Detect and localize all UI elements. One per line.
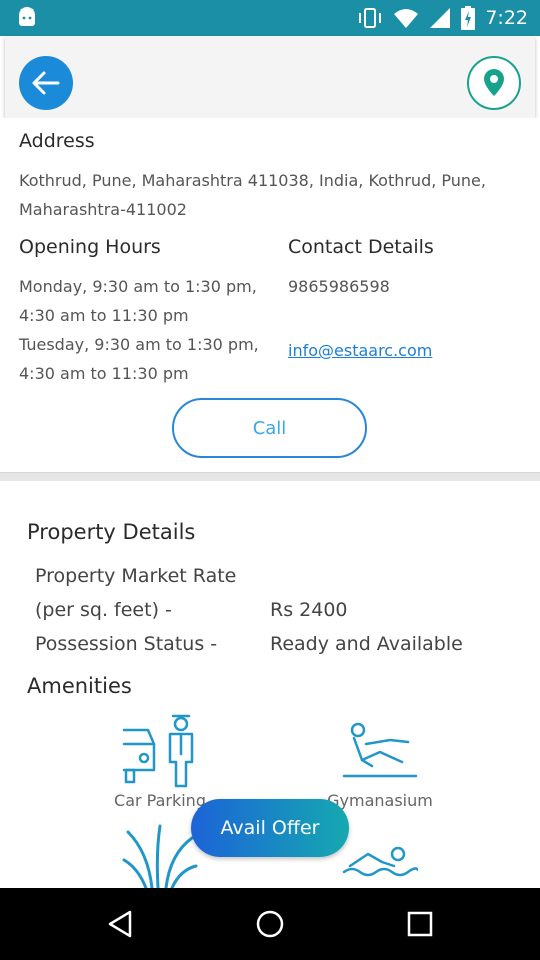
opening-hours-heading: Opening Hours bbox=[19, 236, 161, 258]
contact-heading: Contact Details bbox=[288, 236, 434, 258]
amenities-heading: Amenities bbox=[27, 674, 132, 698]
nav-recents-button[interactable] bbox=[402, 906, 438, 942]
opening-hours-line: Monday, 9:30 am to 1:30 pm, bbox=[19, 277, 257, 296]
nav-home-button[interactable] bbox=[252, 906, 288, 942]
status-bar: 7:22 bbox=[0, 0, 540, 36]
rate-value: Rs 2400 bbox=[270, 599, 348, 621]
location-button[interactable] bbox=[467, 56, 521, 110]
wifi-icon bbox=[394, 9, 419, 28]
nav-back-button[interactable] bbox=[102, 906, 138, 942]
section-divider bbox=[0, 472, 540, 481]
signal-icon bbox=[430, 8, 451, 28]
gym-icon bbox=[342, 722, 418, 778]
circle-home-icon bbox=[256, 910, 284, 938]
system-nav-bar bbox=[0, 888, 540, 960]
possession-value: Ready and Available bbox=[270, 633, 463, 655]
swimming-icon bbox=[342, 846, 418, 877]
map-pin-icon bbox=[484, 69, 504, 96]
app-bar bbox=[5, 36, 535, 118]
vibrate-icon bbox=[359, 8, 382, 28]
car-parking-icon bbox=[122, 714, 194, 788]
android-icon bbox=[19, 7, 35, 26]
address-line-1: Kothrud, Pune, Maharashtra 411038, India… bbox=[19, 171, 486, 190]
address-heading: Address bbox=[19, 130, 95, 152]
clock: 7:22 bbox=[485, 7, 528, 29]
opening-hours-line: 4:30 am to 11:30 pm bbox=[19, 306, 189, 325]
back-button[interactable] bbox=[19, 56, 73, 110]
opening-hours-line: Tuesday, 9:30 am to 1:30 pm, bbox=[19, 335, 259, 354]
opening-hours-line: 4:30 am to 11:30 pm bbox=[19, 364, 189, 383]
triangle-back-icon bbox=[108, 910, 132, 938]
rate-label-line-2: (per sq. feet) - bbox=[35, 599, 172, 621]
contact-email-link[interactable]: info@estaarc.com bbox=[288, 336, 432, 365]
square-recents-icon bbox=[407, 911, 433, 937]
address-line-2: Maharashtra-411002 bbox=[19, 200, 187, 219]
garden-icon bbox=[122, 824, 198, 888]
rate-label-line-1: Property Market Rate bbox=[35, 565, 237, 587]
contact-phone[interactable]: 9865986598 bbox=[288, 272, 390, 301]
arrow-left-icon bbox=[32, 71, 60, 95]
property-details-heading: Property Details bbox=[27, 520, 196, 544]
call-button[interactable]: Call bbox=[172, 398, 367, 458]
avail-offer-button[interactable]: Avail Offer bbox=[191, 799, 349, 857]
possession-label: Possession Status - bbox=[35, 633, 218, 655]
address-card: Address Kothrud, Pune, Maharashtra 41103… bbox=[0, 118, 540, 474]
battery-icon bbox=[461, 6, 476, 30]
